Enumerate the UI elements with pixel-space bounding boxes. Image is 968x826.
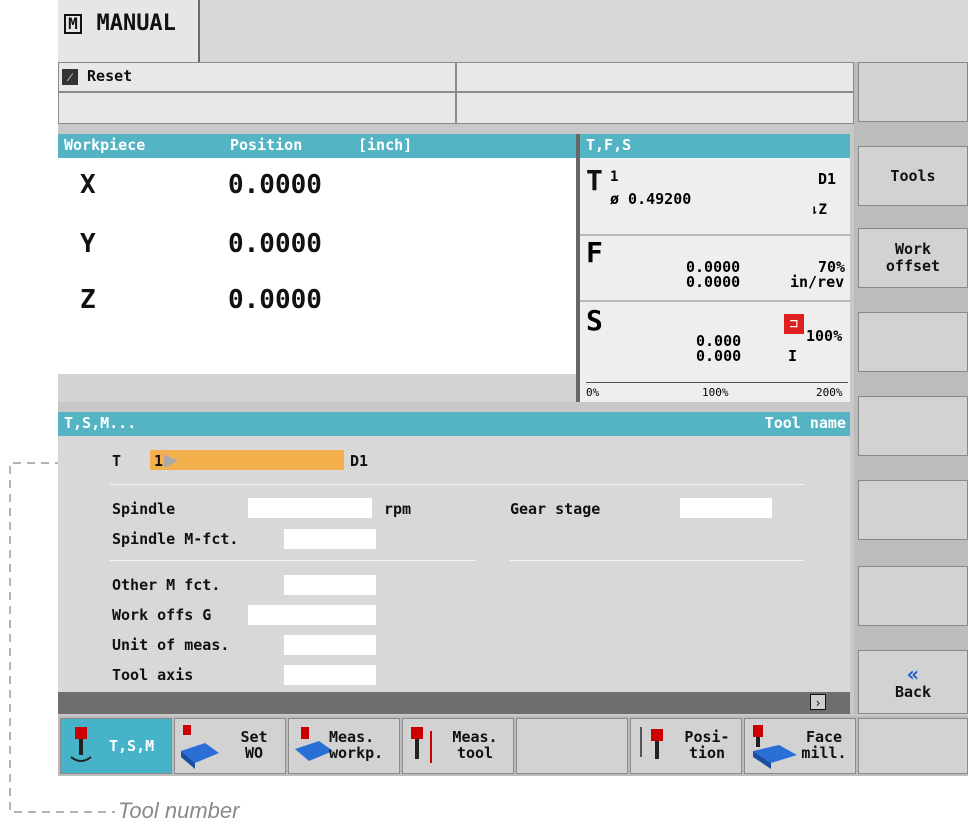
status-line-1b <box>456 62 854 92</box>
axis-y-label: Y <box>80 229 96 259</box>
other-m-field[interactable] <box>284 575 376 595</box>
tfs-s-letter: S <box>586 304 603 337</box>
tfs-f-letter: F <box>586 236 603 269</box>
vsoftkey-4[interactable] <box>858 312 968 372</box>
cnc-screen: M MANUAL ⁄ Reset Workpiece Position [inc… <box>58 0 968 776</box>
other-m-label: Other M fct. <box>112 576 221 594</box>
vsoftkey-back[interactable]: « Back <box>858 650 968 714</box>
spindle-label: Spindle <box>112 500 176 518</box>
tfs-t-letter: T <box>586 164 603 197</box>
tfs-speed-2: 0.000 <box>696 347 742 365</box>
spindle-stop-icon: ⊐ <box>784 314 804 334</box>
tfs-scale-0: 0% <box>586 386 600 399</box>
tool-number-value: 1 <box>154 452 164 470</box>
tfs-divider-2 <box>580 300 850 302</box>
mode-indicator: M MANUAL <box>58 0 200 62</box>
tfs-scale-100: 100% <box>702 386 729 399</box>
gear-stage-label: Gear stage <box>510 500 601 518</box>
tfs-d-number: D1 <box>818 170 837 188</box>
tfs-gear: I <box>788 347 798 365</box>
tool-axis-label: Tool axis <box>112 666 194 684</box>
spindle-mfct-field[interactable] <box>284 529 376 549</box>
tsm-t-label: T <box>112 452 122 470</box>
axis-x-value: 0.0000 <box>228 170 322 200</box>
reset-status: ⁄ Reset <box>62 67 132 85</box>
vsoftkey-tools[interactable]: Tools <box>858 146 968 206</box>
manual-mode-icon: M <box>64 14 82 34</box>
tfs-axis: ⇂Z <box>810 202 827 218</box>
tfs-spindle-override: 100% <box>806 327 843 345</box>
hsoftkey-meas-tool[interactable]: Meas. tool <box>402 718 514 774</box>
status-line-2b <box>456 92 854 124</box>
work-offs-field[interactable] <box>248 605 376 625</box>
tsm-divider-top <box>110 484 804 485</box>
tfs-diameter: ø 0.49200 <box>610 190 692 208</box>
vsoftkey-5[interactable] <box>858 396 968 456</box>
workpiece-footer <box>58 374 576 402</box>
workpiece-header: Workpiece Position [inch] <box>58 134 576 158</box>
work-offs-label: Work offs G <box>112 606 212 624</box>
axis-x-label: X <box>80 170 96 200</box>
axis-y-value: 0.0000 <box>228 229 322 259</box>
tfs-feed-unit: in/rev <box>790 273 845 291</box>
hsoftkey-5[interactable] <box>516 718 628 774</box>
tsm-d-label: D1 <box>350 452 369 470</box>
axis-z-value: 0.0000 <box>228 285 322 315</box>
hsoftkey-meas-workp[interactable]: Meas. workp. <box>288 718 400 774</box>
tfs-feed-2: 0.0000 <box>686 273 741 291</box>
tfs-tool-number: 1 <box>610 169 619 185</box>
expand-bar <box>58 692 850 714</box>
back-chevron-icon: « <box>906 661 920 686</box>
tfs-divider-1 <box>580 234 850 236</box>
tfs-scale-line <box>586 382 848 383</box>
vsoftkey-1[interactable] <box>858 62 968 122</box>
tool-axis-field[interactable] <box>284 665 376 685</box>
tfs-scale-200: 200% <box>816 386 843 399</box>
unit-meas-field[interactable] <box>284 635 376 655</box>
rpm-label: rpm <box>384 500 412 518</box>
hsoftkey-8[interactable] <box>858 718 968 774</box>
unit-meas-label: Unit of meas. <box>112 636 230 654</box>
reset-icon: ⁄ <box>62 69 78 85</box>
tsm-divider-right <box>510 560 804 561</box>
vsoftkey-work-offset[interactable]: Work offset <box>858 228 968 288</box>
callout-caption: Tool number <box>118 798 240 823</box>
hsoftkey-position[interactable]: Posi- tion <box>630 718 742 774</box>
tfs-header: T,F,S <box>580 134 850 158</box>
cursor-arrow-icon <box>164 454 178 468</box>
chevron-right-icon[interactable]: › <box>810 694 826 710</box>
tool-spindle-icon <box>70 727 92 762</box>
position-icon <box>640 727 663 759</box>
vsoftkey-6[interactable] <box>858 480 968 540</box>
axis-z-label: Z <box>80 285 96 315</box>
mode-label: M MANUAL <box>64 8 176 36</box>
face-mill-icon <box>753 725 797 769</box>
gear-stage-field[interactable] <box>680 498 772 518</box>
measure-tool-icon <box>411 727 432 763</box>
tsm-divider-left <box>110 560 476 561</box>
set-wo-icon <box>181 725 219 769</box>
tsm-header: T,S,M... Tool name <box>58 412 850 436</box>
spindle-field[interactable] <box>248 498 372 518</box>
status-line-2 <box>58 92 456 124</box>
hsoftkey-tsm[interactable]: T,S,M <box>60 718 172 774</box>
spindle-mfct-label: Spindle M-fct. <box>112 530 239 548</box>
vsoftkey-7[interactable] <box>858 566 968 626</box>
hsoftkey-set-wo[interactable]: Set WO <box>174 718 286 774</box>
hsoftkey-face-mill[interactable]: Face mill. <box>744 718 856 774</box>
